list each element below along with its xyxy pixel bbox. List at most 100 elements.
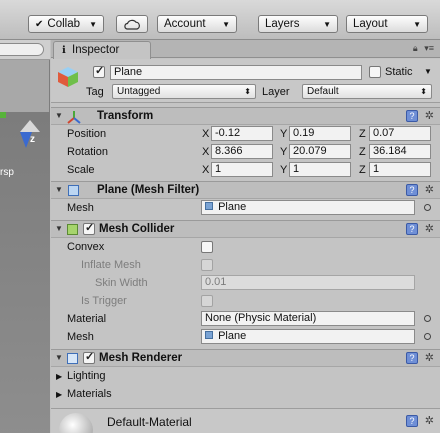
tab-options: 🔒︎ ▾≡ xyxy=(413,43,434,54)
gear-icon[interactable]: ✲ xyxy=(425,109,434,122)
position-x-field[interactable]: -0.12 xyxy=(211,126,273,141)
account-label: Account xyxy=(164,18,206,30)
is-trigger-checkbox[interactable] xyxy=(201,295,213,307)
chevron-down-icon: ▼ xyxy=(222,19,230,29)
lighting-foldout-icon[interactable]: ▶ xyxy=(56,372,62,381)
scale-y-field[interactable]: 1 xyxy=(289,162,351,177)
gameobject-cube-icon xyxy=(58,67,78,87)
static-label: Static xyxy=(385,66,413,78)
object-picker-icon[interactable] xyxy=(424,333,431,340)
gear-icon[interactable]: ✲ xyxy=(425,222,434,235)
scale-label: Scale xyxy=(67,164,95,176)
tab-inspector-label: Inspector xyxy=(72,44,120,56)
mesh-renderer-title: Mesh Renderer xyxy=(99,352,183,364)
gear-icon[interactable]: ✲ xyxy=(425,183,434,196)
tag-value: Untagged xyxy=(117,86,161,97)
scale-z-field[interactable]: 1 xyxy=(369,162,431,177)
active-checkbox[interactable] xyxy=(93,64,105,78)
position-z-field[interactable]: 0.07 xyxy=(369,126,431,141)
collab-button[interactable]: ✔ Collab ▼ xyxy=(28,15,104,33)
chevron-down-icon: ▼ xyxy=(89,19,97,29)
mesh-renderer-header[interactable]: ▼ Mesh Renderer ? ✲ xyxy=(51,349,440,367)
layers-dropdown[interactable]: Layers ▼ xyxy=(258,15,338,33)
mesh-grid-icon xyxy=(205,331,213,339)
scale-x-field[interactable]: 1 xyxy=(211,162,273,177)
collider-material-field[interactable]: None (Physic Material) xyxy=(201,311,415,326)
mesh-collider-header[interactable]: ▼ Mesh Collider ? ✲ xyxy=(51,220,440,238)
foldout-icon[interactable]: ▼ xyxy=(55,353,63,362)
rotation-x-label: X xyxy=(202,146,210,158)
object-name-field[interactable]: Plane xyxy=(110,65,362,80)
menu-icon[interactable]: ▾≡ xyxy=(424,43,434,53)
convex-checkbox[interactable] xyxy=(201,241,213,253)
chevron-down-icon: ▼ xyxy=(413,19,421,29)
skin-width-field[interactable]: 0.01 xyxy=(201,275,415,290)
rotation-z-field[interactable]: 36.184 xyxy=(369,144,431,159)
gear-icon[interactable]: ✲ xyxy=(425,351,434,364)
help-icon[interactable]: ? xyxy=(406,415,418,427)
collider-mesh-field[interactable]: Plane xyxy=(201,329,415,344)
static-dropdown-icon[interactable]: ▼ xyxy=(424,67,432,76)
layout-label: Layout xyxy=(353,18,388,30)
scene-viewport[interactable]: z rsp xyxy=(0,112,50,433)
inflate-mesh-checkbox[interactable] xyxy=(201,259,213,271)
object-picker-icon[interactable] xyxy=(424,204,431,211)
foldout-icon[interactable]: ▼ xyxy=(55,111,63,120)
help-icon[interactable]: ? xyxy=(406,110,418,122)
foldout-icon[interactable]: ▼ xyxy=(55,224,63,233)
help-icon[interactable]: ? xyxy=(406,223,418,235)
rotation-label: Rotation xyxy=(67,146,108,158)
mesh-filter-mesh-field[interactable]: Plane xyxy=(201,200,415,215)
tag-label: Tag xyxy=(86,86,104,98)
position-label: Position xyxy=(67,128,107,140)
scale-z-label: Z xyxy=(359,164,366,176)
mesh-filter-icon xyxy=(68,185,79,196)
collider-material-label: Material xyxy=(67,313,107,325)
materials-foldout-icon[interactable]: ▶ xyxy=(56,390,62,399)
materials-foldout[interactable]: Materials xyxy=(67,388,112,400)
cloud-button[interactable] xyxy=(116,15,148,33)
scene-search-field[interactable] xyxy=(0,43,44,56)
toolbar: ✔ Collab ▼ Account ▼ Layers ▼ Layout ▼ xyxy=(0,0,440,40)
collab-label: Collab xyxy=(47,18,80,30)
scene-projection-label: rsp xyxy=(0,167,14,178)
collab-check-icon: ✔ xyxy=(35,18,44,30)
account-dropdown[interactable]: Account ▼ xyxy=(157,15,237,33)
layout-dropdown[interactable]: Layout ▼ xyxy=(346,15,428,33)
mesh-filter-title: Plane (Mesh Filter) xyxy=(97,184,200,196)
lighting-foldout[interactable]: Lighting xyxy=(67,370,106,382)
position-y-label: Y xyxy=(280,128,288,140)
rotation-y-field[interactable]: 20.079 xyxy=(289,144,351,159)
mesh-filter-header[interactable]: ▼ Plane (Mesh Filter) ? ✲ xyxy=(51,181,440,199)
static-checkbox[interactable] xyxy=(369,66,381,78)
collider-mesh-value: Plane xyxy=(218,330,247,342)
scale-x-label: X xyxy=(202,164,210,176)
help-icon[interactable]: ? xyxy=(406,184,418,196)
gear-icon[interactable]: ✲ xyxy=(425,414,434,427)
rotation-y-label: Y xyxy=(280,146,288,158)
collider-mesh-label: Mesh xyxy=(67,331,94,343)
lock-icon[interactable]: 🔒︎ xyxy=(413,43,418,53)
position-z-label: Z xyxy=(359,128,366,140)
chevron-down-icon: ▼ xyxy=(323,19,331,29)
mesh-renderer-enabled-checkbox[interactable] xyxy=(83,350,95,364)
object-picker-icon[interactable] xyxy=(424,315,431,322)
mesh-collider-enabled-checkbox[interactable] xyxy=(83,221,95,235)
position-y-field[interactable]: 0.19 xyxy=(289,126,351,141)
foldout-icon[interactable]: ▼ xyxy=(55,185,63,194)
scene-view[interactable]: z rsp xyxy=(0,40,50,433)
position-x-label: X xyxy=(202,128,210,140)
tab-inspector[interactable]: ℹ Inspector xyxy=(53,41,151,59)
mesh-filter-mesh-value: Plane xyxy=(218,201,247,213)
material-name: Default-Material xyxy=(107,415,192,429)
rotation-x-field[interactable]: 8.366 xyxy=(211,144,273,159)
transform-axes-icon xyxy=(67,111,81,124)
help-icon[interactable]: ? xyxy=(406,352,418,364)
inflate-mesh-label: Inflate Mesh xyxy=(81,259,141,271)
layer-dropdown[interactable]: Default ⬍ xyxy=(302,84,432,99)
inspector-panel: ℹ Inspector 🔒︎ ▾≡ Plane Static ▼ Tag Unt… xyxy=(51,40,440,433)
tag-dropdown[interactable]: Untagged ⬍ xyxy=(112,84,256,99)
transform-header[interactable]: ▼ Transform ? ✲ xyxy=(51,107,440,125)
object-header: Plane Static ▼ Tag Untagged ⬍ Layer Defa… xyxy=(51,59,440,103)
mesh-collider-icon xyxy=(67,224,78,235)
